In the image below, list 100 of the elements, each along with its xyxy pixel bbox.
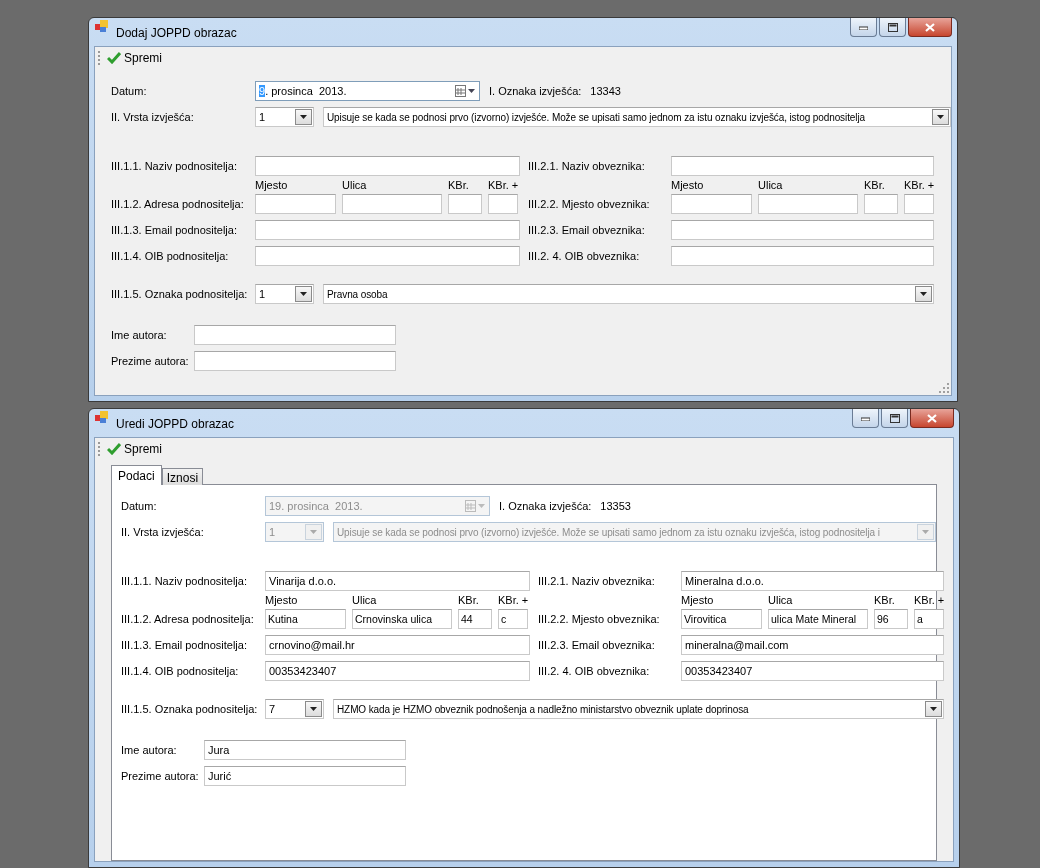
column-header: Mjesto [265,594,299,606]
text-field[interactable] [255,246,520,266]
text-field[interactable]: 44 [458,609,492,629]
column-header: KBr. + [904,179,934,191]
text-field[interactable] [671,220,934,240]
text-field[interactable] [488,194,518,214]
text-field[interactable]: mineralna@mail.com [681,635,944,655]
text-field[interactable] [194,351,396,371]
text-field[interactable] [864,194,898,214]
text-field[interactable] [671,194,752,214]
tab[interactable]: Iznosi [161,468,204,485]
field-label: III.1.1. Naziv podnositelja: [121,575,248,587]
field-label: Prezime autora: [121,770,200,782]
caret-down-icon [300,115,307,119]
field-label: I. Oznaka izvješća: [499,500,592,512]
field-label: III.2. 4. OIB obveznika: [538,665,651,677]
column-header: KBr. + [488,179,518,191]
text-field[interactable] [255,220,520,240]
date-picker[interactable]: 9. prosinca 2013. [255,81,480,101]
maximize-icon [887,22,898,32]
checkmark-icon [107,52,121,64]
text-field[interactable] [758,194,858,214]
grip-icon [98,50,101,66]
text-field[interactable]: Crnovinska ulica [352,609,452,629]
calendar-icon [455,85,476,97]
field-label: III.1.3. Email podnositelja: [121,639,248,651]
column-header: Ulica [768,594,794,606]
text-field[interactable]: ulica Mate Mineral [768,609,868,629]
text-field[interactable]: c [498,609,528,629]
app-icon [94,409,110,425]
checkmark-icon [107,443,121,455]
text-field[interactable]: Mineralna d.o.o. [681,571,944,591]
submitter-mark-dropdown[interactable]: HZMO kada je HZMO obveznik podnošenja a nadležno ministarstvo obveznik uplate doprinosa [333,699,944,719]
close-button[interactable] [910,409,954,428]
field-label: I. Oznaka izvješća: [489,85,582,97]
field-label: III.2.1. Naziv obveznika: [538,575,656,587]
column-header: KBr. + [914,594,944,606]
field-label: III.1.4. OIB podnositelja: [111,250,230,262]
grip-icon [98,441,101,457]
code-dropdown[interactable]: 7 [265,699,324,719]
code-dropdown[interactable]: 1 [255,107,314,127]
field-label: Ime autora: [111,329,168,341]
text-field[interactable]: crnovino@mail.hr [265,635,530,655]
report-number: 13353 [600,500,631,512]
field-label: III.2.1. Naziv obveznika: [528,160,646,172]
text-field[interactable]: Jurić [204,766,406,786]
field-label: III.1.4. OIB podnositelja: [121,665,240,677]
field-label: Datum: [121,500,158,512]
save-button[interactable]: Spremi [105,441,164,457]
minimize-button[interactable] [852,409,879,428]
column-header: KBr. + [498,594,528,606]
code-dropdown[interactable]: 1 [255,284,314,304]
text-field[interactable] [255,156,520,176]
column-header: Ulica [352,594,378,606]
close-icon [927,413,937,423]
field-label: III.1.5. Oznaka podnositelja: [121,703,259,715]
maximize-button[interactable] [879,18,906,37]
text-field[interactable] [904,194,934,214]
field-label: Ime autora: [121,744,178,756]
close-button[interactable] [908,18,952,37]
report-number: 13343 [590,85,621,97]
text-field[interactable] [194,325,396,345]
field-label: II. Vrsta izvješća: [121,526,205,538]
calendar-icon [465,500,486,512]
caret-down-icon [310,707,317,711]
column-header: KBr. [864,179,886,191]
field-label: III.1.2. Adresa podnositelja: [111,198,245,210]
text-field[interactable]: 00353423407 [265,661,530,681]
field-label: Datum: [111,85,148,97]
text-field[interactable] [255,194,336,214]
maximize-icon [889,413,900,423]
tab[interactable]: Podaci [111,465,162,485]
caret-down-icon [300,292,307,296]
text-field[interactable] [671,156,934,176]
caret-down-icon [930,707,937,711]
field-label: III.1.2. Adresa podnositelja: [121,613,255,625]
text-field[interactable]: Vinarija d.o.o. [265,571,530,591]
column-header: Ulica [342,179,368,191]
close-icon [925,22,935,32]
text-field[interactable] [342,194,442,214]
text-field[interactable] [671,246,934,266]
save-button[interactable]: Spremi [105,50,164,66]
caret-down-icon [937,115,944,119]
maximize-button[interactable] [881,409,908,428]
field-label: III.2. 4. OIB obveznika: [528,250,641,262]
field-label: III.2.2. Mjesto obveznika: [528,198,651,210]
submitter-mark-dropdown[interactable]: Pravna osoba [323,284,934,304]
minimize-button[interactable] [850,18,877,37]
report-type-dropdown[interactable]: Upisuje se kada se podnosi prvo (izvorno) izvješće. Može se upisati samo jednom za istu oznaku izvješća, istog podnositelja [323,107,951,127]
text-field[interactable]: 96 [874,609,908,629]
column-header: KBr. [448,179,470,191]
text-field[interactable]: Virovitica [681,609,762,629]
text-field[interactable]: a [914,609,944,629]
field-label: III.1.1. Naziv podnositelja: [111,160,238,172]
text-field[interactable] [448,194,482,214]
text-field[interactable]: Jura [204,740,406,760]
text-field[interactable]: Kutina [265,609,346,629]
field-label: III.1.5. Oznaka podnositelja: [111,288,249,300]
column-header: Mjesto [255,179,289,191]
text-field[interactable]: 00353423407 [681,661,944,681]
